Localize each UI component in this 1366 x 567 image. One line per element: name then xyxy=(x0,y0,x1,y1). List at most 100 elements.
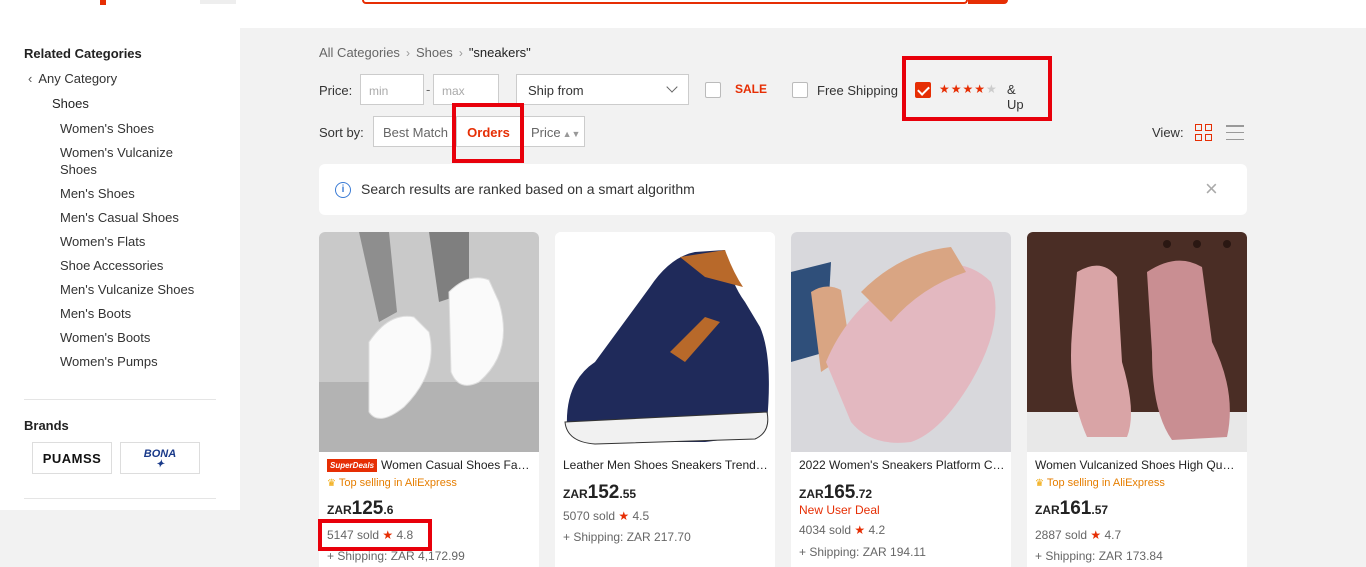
currency: ZAR xyxy=(799,487,824,501)
chevron-right-icon: › xyxy=(458,45,463,60)
rating-value: 4.2 xyxy=(868,523,886,537)
category-item[interactable]: Women's Boots xyxy=(60,329,210,346)
currency: ZAR xyxy=(327,503,352,517)
chevron-left-icon: ‹ xyxy=(28,71,33,86)
top-selling-badge: ♛ Top selling in AliExpress xyxy=(1035,477,1165,489)
rating-stars-icon: ★★★★★ xyxy=(939,82,998,96)
sold-count: 5070 sold xyxy=(563,509,616,523)
chevron-down-icon xyxy=(666,81,678,93)
product-title[interactable]: 2022 Women's Sneakers Platform Casual Sh… xyxy=(799,458,1005,472)
info-text: Search results are ranked based on a sma… xyxy=(361,181,695,197)
sort-best-match[interactable]: Best Match xyxy=(373,116,456,147)
grid-view-icon[interactable] xyxy=(1195,124,1212,141)
brand-label: PUAMSS xyxy=(42,450,102,466)
ship-from-label: Ship from xyxy=(528,83,584,98)
rating-checkbox[interactable] xyxy=(915,82,931,98)
star-icon: ★ xyxy=(854,523,866,537)
sort-price-label: Price xyxy=(531,125,561,140)
search-button[interactable] xyxy=(968,0,1008,4)
superdeals-badge: SuperDeals xyxy=(327,459,378,472)
brand-puamss[interactable]: PUAMSS xyxy=(32,442,112,474)
product-card[interactable]: 2022 Women's Sneakers Platform Casual Sh… xyxy=(791,232,1011,567)
product-image[interactable] xyxy=(319,232,539,452)
price-dec: .72 xyxy=(855,487,873,501)
new-user-deal: New User Deal xyxy=(799,503,880,517)
price-min-input[interactable]: min xyxy=(360,74,424,105)
category-list: Women's Shoes Women's Vulcanize Shoes Me… xyxy=(60,120,210,377)
current-category: Shoes xyxy=(52,96,89,111)
search-bar[interactable] xyxy=(362,0,968,4)
shipping-cost: + Shipping: ZAR 194.11 xyxy=(799,545,926,559)
category-item[interactable]: Women's Pumps xyxy=(60,353,210,370)
crown-icon: ♛ xyxy=(327,478,336,489)
breadcrumb-current: "sneakers" xyxy=(468,45,531,60)
category-item[interactable]: Men's Shoes xyxy=(60,185,210,202)
product-image[interactable] xyxy=(1027,232,1247,452)
shipping-cost: + Shipping: ZAR 173.84 xyxy=(1035,549,1163,563)
price-int: 165 xyxy=(823,482,856,503)
chevron-right-icon: › xyxy=(405,45,410,60)
sort-label: Sort by: xyxy=(319,125,364,140)
currency: ZAR xyxy=(563,487,588,501)
sold-rating: 2887 sold ★ 4.7 xyxy=(1035,528,1121,542)
close-icon[interactable]: × xyxy=(1205,178,1218,200)
price-int: 161 xyxy=(1059,498,1092,519)
sale-label: SALE xyxy=(735,82,768,96)
category-item[interactable]: Men's Casual Shoes xyxy=(60,209,210,226)
product-title[interactable]: SuperDealsWomen Casual Shoes Fashion Bre… xyxy=(327,458,533,472)
any-category-label: Any Category xyxy=(38,71,118,86)
sold-rating: 5070 sold ★ 4.5 xyxy=(563,509,649,523)
sort-price[interactable]: Price ▲▼ xyxy=(521,116,585,147)
price-int: 152 xyxy=(587,482,620,503)
breadcrumb: All Categories › Shoes › "sneakers" xyxy=(319,45,531,60)
list-view-icon[interactable] xyxy=(1226,125,1244,140)
sold-count: 5147 sold xyxy=(327,528,380,542)
brand-bona[interactable]: BONA ✦ xyxy=(120,442,200,474)
product-image[interactable] xyxy=(791,232,1011,452)
category-item[interactable]: Shoe Accessories xyxy=(60,257,210,274)
any-category-link[interactable]: ‹ Any Category xyxy=(28,71,117,86)
category-item[interactable]: Women's Vulcanize Shoes xyxy=(60,144,210,178)
shipping-cost: + Shipping: ZAR 4,172.99 xyxy=(327,549,465,563)
free-shipping-label: Free Shipping xyxy=(817,83,898,98)
sold-count: 2887 sold xyxy=(1035,528,1088,542)
header-box xyxy=(200,0,236,4)
product-price: ZAR152.55 xyxy=(563,482,636,504)
product-card[interactable]: SuperDealsWomen Casual Shoes Fashion Bre… xyxy=(319,232,539,567)
product-title-text: Women Casual Shoes Fashion Breathable Wa… xyxy=(381,458,533,472)
divider xyxy=(24,498,216,499)
top-selling-text: Top selling in AliExpress xyxy=(1046,477,1165,489)
sort-orders[interactable]: Orders xyxy=(456,116,521,147)
sale-checkbox[interactable] xyxy=(705,82,721,98)
related-categories-title: Related Categories xyxy=(24,46,142,61)
logo-fragment[interactable] xyxy=(100,0,106,5)
sold-count: 4034 sold xyxy=(799,523,852,537)
product-title[interactable]: Women Vulcanized Shoes High Quality Snea… xyxy=(1035,458,1241,472)
rating-value: 4.7 xyxy=(1104,528,1122,542)
top-selling-text: Top selling in AliExpress xyxy=(338,477,457,489)
breadcrumb-item[interactable]: All Categories xyxy=(319,45,400,60)
price-label: Price: xyxy=(319,83,353,98)
breadcrumb-item[interactable]: Shoes xyxy=(416,45,453,60)
product-title[interactable]: Leather Men Shoes Sneakers Trend Casual … xyxy=(563,458,769,472)
crown-icon: ♛ xyxy=(1035,478,1044,489)
price-dash: - xyxy=(426,82,431,97)
ship-from-select[interactable]: Ship from xyxy=(516,74,689,105)
product-image[interactable] xyxy=(555,232,775,452)
category-item[interactable]: Men's Vulcanize Shoes xyxy=(60,281,210,298)
free-shipping-checkbox[interactable] xyxy=(792,82,808,98)
price-int: 125 xyxy=(351,498,384,519)
brands-title: Brands xyxy=(24,418,69,433)
product-card[interactable]: Leather Men Shoes Sneakers Trend Casual … xyxy=(555,232,775,567)
rating-value: 4.8 xyxy=(396,528,414,542)
currency: ZAR xyxy=(1035,503,1060,517)
product-card[interactable]: Women Vulcanized Shoes High Quality Snea… xyxy=(1027,232,1247,567)
category-item[interactable]: Men's Boots xyxy=(60,305,210,322)
price-max-input[interactable]: max xyxy=(433,74,499,105)
shipping-cost: + Shipping: ZAR 217.70 xyxy=(563,530,691,544)
category-item[interactable]: Women's Shoes xyxy=(60,120,210,137)
price-dec: .57 xyxy=(1091,503,1109,517)
sold-rating: 5147 sold ★ 4.8 xyxy=(327,528,413,542)
sort-arrows-icon: ▲▼ xyxy=(562,129,581,139)
category-item[interactable]: Women's Flats xyxy=(60,233,210,250)
